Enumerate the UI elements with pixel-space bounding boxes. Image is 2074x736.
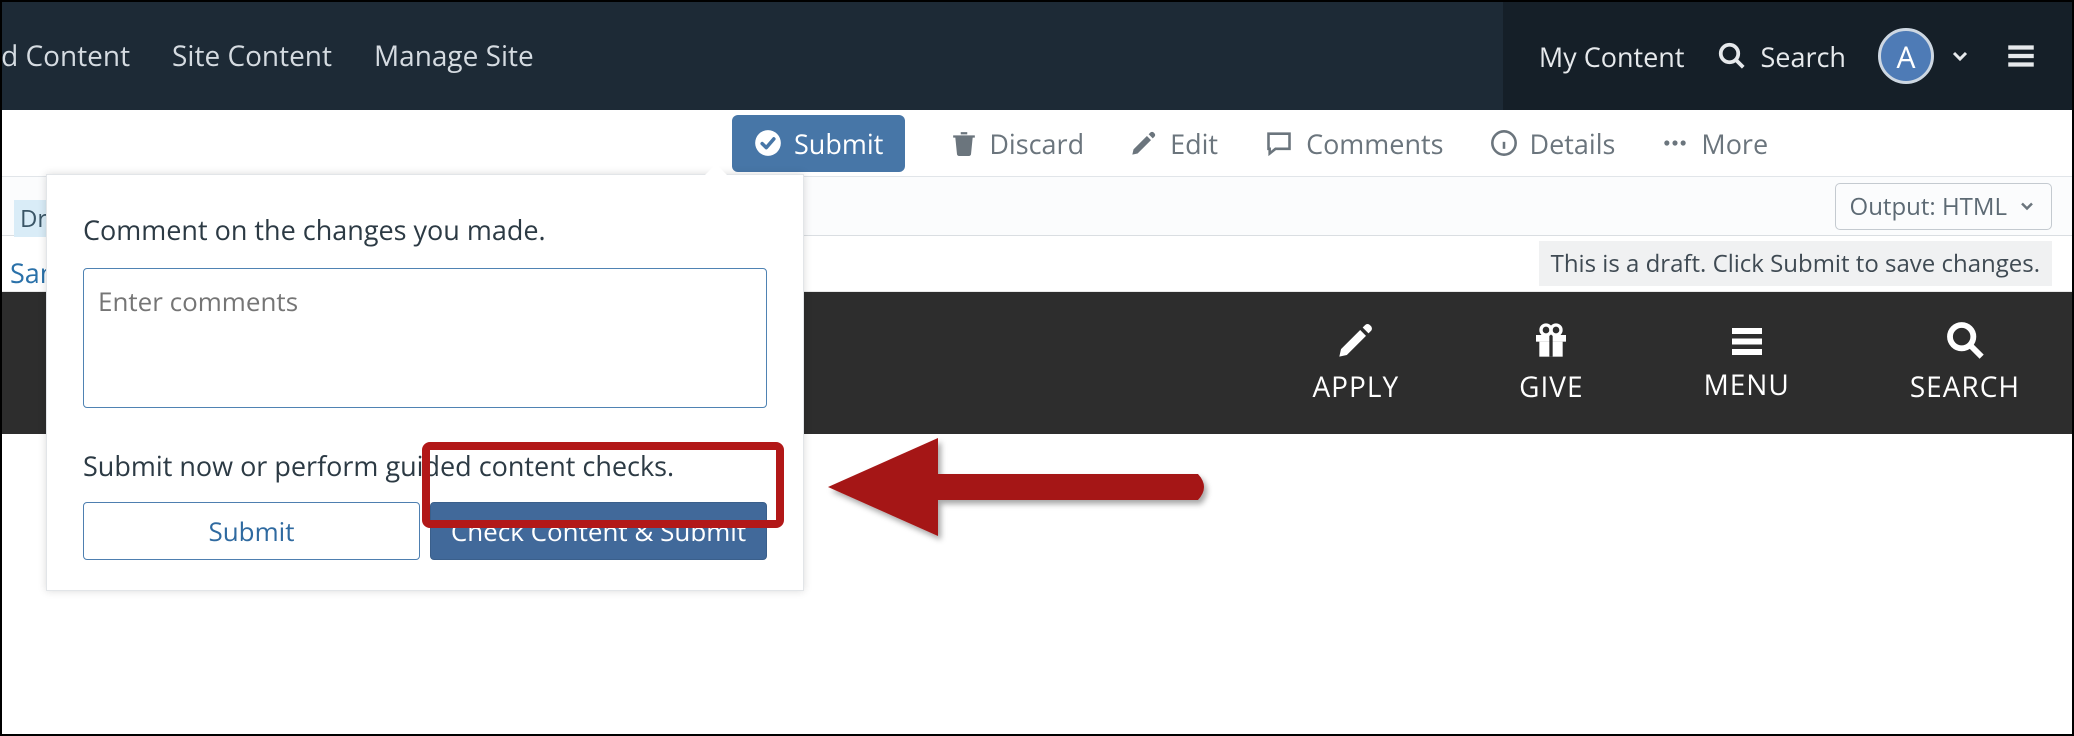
banner-search[interactable]: SEARCH — [1910, 320, 2020, 406]
details-button[interactable]: Details — [1490, 125, 1616, 162]
output-label: Output: HTML — [1850, 190, 2007, 223]
submit-button[interactable]: Submit — [732, 115, 905, 172]
info-icon — [1490, 129, 1518, 157]
search-icon — [1945, 320, 1985, 360]
top-nav-left: dd Content Site Content Manage Site — [2, 1, 534, 111]
comment-textarea[interactable] — [83, 268, 767, 408]
submit-popover: Comment on the changes you made. Submit … — [46, 174, 804, 591]
dots-icon — [1661, 129, 1689, 157]
nav-search[interactable]: Search — [1717, 38, 1847, 75]
popover-button-row: Submit Check Content & Submit — [83, 502, 767, 560]
nav-site-content[interactable]: Site Content — [172, 1, 332, 111]
banner-menu-label: MENU — [1704, 366, 1790, 404]
output-dropdown[interactable]: Output: HTML — [1835, 183, 2052, 230]
avatar: A — [1878, 28, 1934, 84]
edit-label: Edit — [1170, 125, 1218, 162]
chevron-down-icon — [2017, 196, 2037, 216]
submit-help-text: Submit now or perform guided content che… — [83, 447, 767, 484]
hamburger-icon[interactable] — [2004, 39, 2038, 73]
banner-give[interactable]: GIVE — [1519, 320, 1583, 406]
banner-apply[interactable]: APPLY — [1312, 320, 1399, 406]
user-menu[interactable]: A — [1878, 28, 1972, 84]
more-button[interactable]: More — [1661, 125, 1768, 162]
details-label: Details — [1530, 125, 1616, 162]
nav-my-content[interactable]: My Content — [1539, 38, 1685, 75]
comments-button[interactable]: Comments — [1264, 125, 1443, 162]
top-nav: dd Content Site Content Manage Site My C… — [2, 2, 2072, 110]
top-nav-right: My Content Search A — [1503, 2, 2072, 110]
banner-search-label: SEARCH — [1910, 368, 2020, 406]
submit-button-label: Submit — [794, 125, 883, 162]
checkmark-circle-icon — [754, 129, 782, 157]
popover-caret — [702, 164, 730, 178]
gift-icon — [1531, 320, 1571, 360]
discard-label: Discard — [989, 125, 1084, 162]
nav-search-label: Search — [1761, 38, 1847, 75]
nav-add-content[interactable]: dd Content — [0, 1, 130, 111]
draft-notice: This is a draft. Click Submit to save ch… — [1539, 241, 2052, 286]
popover-submit-button[interactable]: Submit — [83, 502, 420, 560]
banner-menu[interactable]: MENU — [1704, 322, 1790, 404]
trash-icon — [951, 128, 977, 158]
action-toolbar: Submit Discard Edit Comments Details Mor… — [2, 110, 2072, 176]
check-content-submit-button[interactable]: Check Content & Submit — [430, 502, 767, 560]
menu-icon — [1727, 322, 1767, 358]
comment-icon — [1264, 129, 1294, 157]
discard-button[interactable]: Discard — [951, 125, 1084, 162]
banner-give-label: GIVE — [1519, 368, 1583, 406]
more-label: More — [1701, 125, 1768, 162]
comment-field-label: Comment on the changes you made. — [83, 211, 767, 248]
chevron-down-icon — [1948, 44, 1972, 68]
nav-manage-site[interactable]: Manage Site — [374, 1, 534, 111]
pencil-icon — [1130, 129, 1158, 157]
search-icon — [1717, 41, 1747, 71]
comments-label: Comments — [1306, 125, 1443, 162]
edit-button[interactable]: Edit — [1130, 125, 1218, 162]
pencil-icon — [1336, 320, 1376, 360]
banner-apply-label: APPLY — [1312, 368, 1399, 406]
